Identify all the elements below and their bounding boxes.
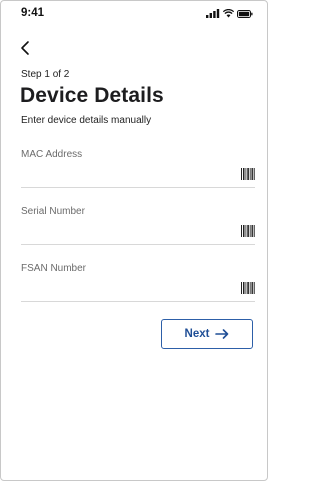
page-title: Device Details: [20, 84, 164, 107]
signal-icon: [206, 9, 220, 18]
fsan-number-field[interactable]: FSAN Number: [21, 263, 255, 302]
wifi-icon: [223, 9, 234, 18]
status-icons: [206, 9, 253, 18]
step-indicator: Step 1 of 2: [21, 69, 70, 80]
serial-number-field[interactable]: Serial Number: [21, 206, 255, 245]
fsan-number-label: FSAN Number: [21, 263, 87, 274]
battery-icon: [237, 9, 253, 18]
mac-address-label: MAC Address: [21, 149, 83, 160]
status-time: 9:41: [21, 7, 45, 19]
mac-address-field[interactable]: MAC Address: [21, 149, 255, 188]
serial-number-label: Serial Number: [21, 206, 85, 217]
barcode-icon[interactable]: [241, 168, 255, 180]
arrow-right-icon: [215, 329, 229, 339]
next-button-label: Next: [184, 328, 210, 340]
page-subtitle: Enter device details manually: [21, 115, 152, 126]
barcode-icon[interactable]: [241, 225, 255, 237]
phone-screen: 9:41 Step 1 of 2 Device Details Enter de…: [0, 0, 268, 481]
chevron-left-icon: [21, 41, 29, 55]
next-button[interactable]: Next: [161, 319, 253, 349]
back-button[interactable]: [17, 39, 35, 57]
barcode-icon[interactable]: [241, 282, 255, 294]
status-bar: 9:41: [1, 1, 267, 27]
